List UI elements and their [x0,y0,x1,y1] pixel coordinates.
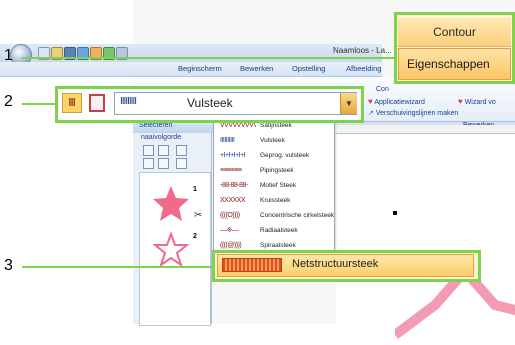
tab-afbeelding[interactable]: Afbeelding [346,64,381,73]
list-item-vulsteek[interactable]: IIIIIIIIII Vulsteek [214,135,334,146]
star-outline-icon[interactable] [153,232,189,268]
wizard-button[interactable]: ♥ Wizard vo [458,97,496,106]
verschuivingslijnen-button[interactable]: ↗ Verschuivingslijnen maken [368,109,458,117]
applicatiewizard-label: Applicatiewizard [374,99,425,106]
piping-stitch-icon: ≡≡≡≡≡≡ [220,167,242,174]
list-item-label: Netstructuursteek [292,258,379,270]
eigenschappen-button[interactable]: Eigenschappen [398,48,511,80]
group-icon[interactable] [143,145,154,156]
panel-title: naaivolgorde [141,134,182,141]
list-item-label: Spiraalsteek [260,242,296,249]
list-item-pipingsteek[interactable]: ≡≡≡≡≡≡ Pipingsteek [214,165,334,176]
sequence-number: 1 [193,186,197,193]
star-filled-icon[interactable] [151,184,191,224]
ungroup-icon[interactable] [158,145,169,156]
heart-icon: ♥ [458,97,463,106]
split-icon[interactable] [176,158,187,169]
document-title: Naamloos - La... [333,46,392,55]
list-item-label: Pipingsteek [260,167,294,174]
applicatiewizard-button[interactable]: ♥ Applicatiewizard [368,97,425,106]
sort-icon[interactable] [143,158,154,169]
callout-3-leader-line [22,266,213,268]
heart-icon: ♥ [368,97,373,106]
fill-stitch-icon: IIIIIIIIII [220,137,235,144]
concentric-circle-icon: ((((O)))) [220,212,240,219]
sequence-number: 2 [193,233,197,240]
stitch-type-combobox[interactable] [114,92,357,115]
callout-number-3: 3 [4,257,13,274]
list-item-radiaalsteek[interactable]: —※— Radiaalsteek [214,225,334,236]
stitch-type-dropdown-list: VVVVVVVVV Satijnsteek IIIIIIIIII Vulsteek … [213,117,335,255]
motif-stitch-icon: -88-88-88- [220,182,248,189]
list-item-label: Radiaalsteek [260,227,298,234]
net-stitch-icon [222,258,282,272]
callout-2-leader-line [22,103,56,105]
tab-bewerken[interactable]: Bewerken [240,64,273,73]
cross-stitch-icon: XXXXXX [220,197,246,204]
canvas-marker [393,211,397,215]
line-stitch-icon[interactable]: Ⅲ [62,93,82,113]
radial-stitch-icon: —※— [220,227,239,234]
color-icon[interactable] [158,158,169,169]
ribbon-item-con[interactable]: Con [376,86,389,93]
list-item-concentrische-cirkelsteek[interactable]: ((((O)))) Concentrische cirkelsteek [214,210,334,221]
list-item-kruissteek[interactable]: XXXXXX Kruissteek [214,195,334,206]
callout-1-leader-line [22,57,397,59]
list-item-geprog-vulsteek[interactable]: +I+I+I+I+I Geprog. vulsteek [214,150,334,161]
callout-number-1: 1 [4,47,13,64]
selected-stitch-label: Vulsteek [187,96,233,110]
verschuivingslijnen-label: Verschuivingslijnen maken [375,110,459,117]
chevron-down-icon[interactable]: ▼ [340,93,357,114]
list-item-label: Concentrische cirkelsteek [260,212,335,219]
fill-stitch-icon: IIIIIIIII [120,96,137,107]
list-item-label: Geprog. vulsteek [260,152,310,159]
horizontal-ruler [333,125,515,134]
programmable-fill-icon: +I+I+I+I+I [220,152,246,159]
list-item-label: Vulsteek [260,137,285,144]
contour-button[interactable]: Contour [398,18,511,47]
callout-number-2: 2 [4,93,13,110]
tab-opstelling[interactable]: Opstelling [292,64,325,73]
tab-beginscherm[interactable]: Beginscherm [178,64,222,73]
scissors-icon: ✂ [194,210,203,221]
wizard-label: Wizard vo [464,99,496,106]
list-item-label: Motief Steek [260,182,297,189]
list-item-motief-steek[interactable]: -88-88-88- Motief Steek [214,180,334,191]
region-stitch-icon[interactable] [89,94,105,112]
spiral-stitch-icon: ((((@)))) [220,242,242,249]
group-selecteren: Selecteren [139,122,173,129]
lock-icon[interactable] [176,145,187,156]
offset-lines-icon: ↗ [368,110,374,117]
list-item-label: Kruissteek [260,197,291,204]
